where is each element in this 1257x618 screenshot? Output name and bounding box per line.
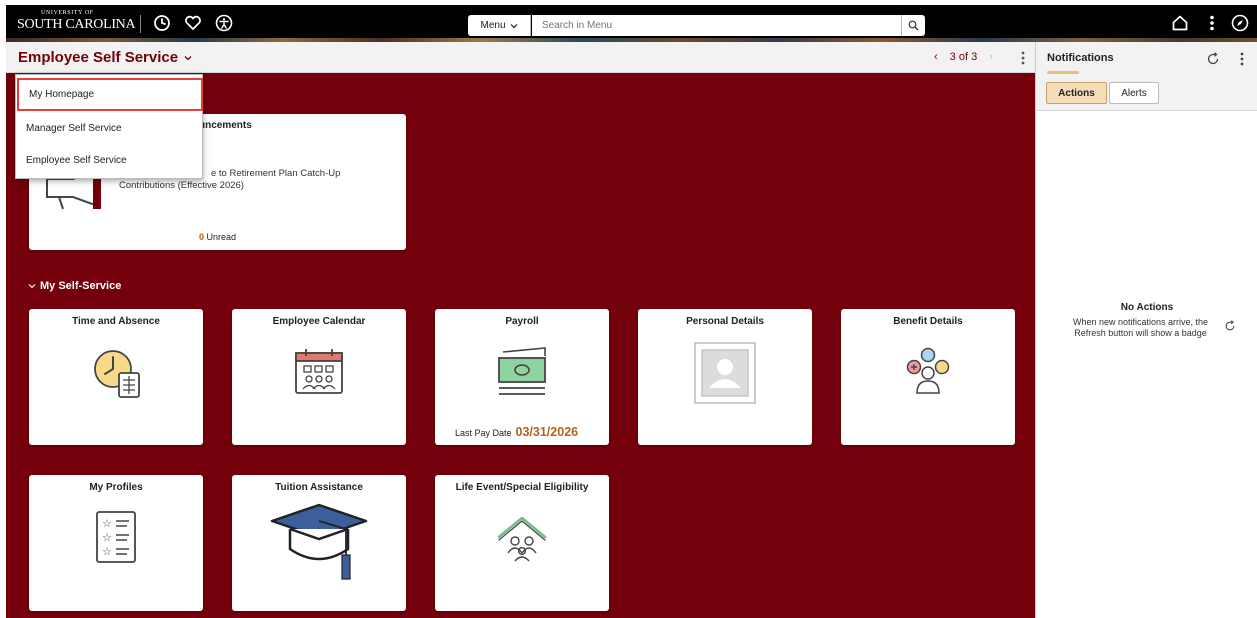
search-menu-input[interactable] [532,15,901,36]
profile-photo-placeholder-icon [694,342,756,404]
tile-title: Personal Details [686,316,764,327]
dropdown-item-manager-self-service[interactable]: Manager Self Service [16,112,202,145]
homepage-dropdown-menu: My Homepage Manager Self Service Employe… [15,74,203,179]
cash-money-icon [498,347,546,395]
page-pager: ‹ 3 of 3 › [934,51,993,63]
chevron-down-icon [184,55,192,60]
search-button[interactable] [901,15,925,36]
next-page-icon[interactable]: › [989,51,993,63]
logo-line-1: UNIVERSITY OF [41,10,94,16]
tile-title: Employee Calendar [272,316,366,327]
search-icon [908,20,919,31]
tile-title: My Profiles [89,482,143,493]
svg-text:☆: ☆ [102,545,112,558]
app-window: UNIVERSITY OF SOUTH CAROLINA Menu Search… [0,0,1257,618]
page-actions-icon[interactable] [1018,50,1028,66]
last-pay-date-value: 03/31/2026 [515,425,579,439]
tab-actions[interactable]: Actions [1046,82,1107,104]
tab-alerts[interactable]: Alerts [1109,82,1159,104]
refresh-hint-icon [1225,320,1235,331]
my-profiles-tile[interactable]: My Profiles ☆ ☆ ☆ [29,475,203,611]
page-title: Employee Self Service [18,49,179,66]
empty-state-description: When new notifications arrive, the Refre… [1072,317,1209,338]
calendar-people-icon [295,349,343,394]
university-logo[interactable]: UNIVERSITY OF SOUTH CAROLINA [17,10,137,36]
empty-state-title: No Actions [1120,302,1174,313]
last-pay-date: Last Pay Date 03/31/2026 [455,425,578,439]
refresh-icon[interactable] [1206,52,1220,66]
unread-label: Unread [206,232,237,242]
previous-page-icon[interactable]: ‹ [934,51,938,63]
personal-details-tile[interactable]: Personal Details [638,309,812,445]
menu-button-label: Menu [480,20,506,31]
announcement-text-line-1: e to Retirement Plan Catch-Up [211,168,341,179]
employee-calendar-tile[interactable]: Employee Calendar [232,309,406,445]
announcements-tile-title: uncements [199,120,252,131]
tile-title: Life Event/Special Eligibility [455,482,589,493]
homepage-selector[interactable]: Employee Self Service [18,49,193,66]
payroll-tile[interactable]: Payroll Last Pay Date 03/31/2026 [435,309,609,445]
tile-title: Time and Absence [72,316,160,327]
dropdown-item-employee-self-service[interactable]: Employee Self Service [16,144,202,177]
notifications-header: Notifications Actions Alerts [1036,42,1257,111]
logo-divider [140,15,141,33]
section-label: My Self-Service [40,280,122,292]
svg-text:☆: ☆ [102,517,112,530]
chevron-down-icon [28,284,36,289]
menu-dropdown-button[interactable]: Menu [468,15,531,36]
title-accent [1047,71,1079,74]
home-icon[interactable] [1170,13,1190,33]
accessibility-icon[interactable] [214,13,234,33]
unread-count: 0 Unread [29,232,406,242]
pager-text: 3 of 3 [949,51,978,63]
last-pay-date-label: Last Pay Date [455,428,512,438]
favorites-heart-icon[interactable] [183,13,203,33]
tile-title: Payroll [505,316,539,327]
page-header-bar: Employee Self Service ‹ 3 of 3 › [6,42,1035,73]
logo-line-2: SOUTH CAROLINA [17,17,136,32]
announcement-text-line-2: Contributions (Effective 2026) [119,180,244,191]
benefit-details-tile[interactable]: Benefit Details [841,309,1015,445]
tuition-assistance-tile[interactable]: Tuition Assistance [232,475,406,611]
notifications-menu-icon[interactable] [1237,51,1247,67]
life-event-special-eligibility-tile[interactable]: Life Event/Special Eligibility [435,475,609,611]
tile-title: Tuition Assistance [275,482,363,493]
recent-history-icon[interactable] [152,13,172,33]
actions-menu-icon[interactable] [1202,13,1222,33]
notifications-title: Notifications [1047,52,1114,64]
graduation-cap-icon [270,503,368,580]
clock-timesheet-icon [94,350,140,398]
family-home-icon [497,516,547,562]
svg-text:☆: ☆ [102,531,112,544]
unread-number: 0 [198,232,204,242]
my-self-service-section-header[interactable]: My Self-Service [28,280,121,292]
tile-title: Benefit Details [893,316,963,327]
navigator-compass-icon[interactable] [1230,13,1250,33]
notifications-panel: Notifications Actions Alerts No Actions … [1035,42,1257,618]
chevron-down-icon [510,23,517,28]
dropdown-item-my-homepage[interactable]: My Homepage [17,78,203,111]
top-navigation-bar: UNIVERSITY OF SOUTH CAROLINA Menu [6,5,1257,42]
benefits-people-icon [906,347,950,394]
star-checklist-icon: ☆ ☆ ☆ [96,511,136,563]
time-and-absence-tile[interactable]: Time and Absence [29,309,203,445]
